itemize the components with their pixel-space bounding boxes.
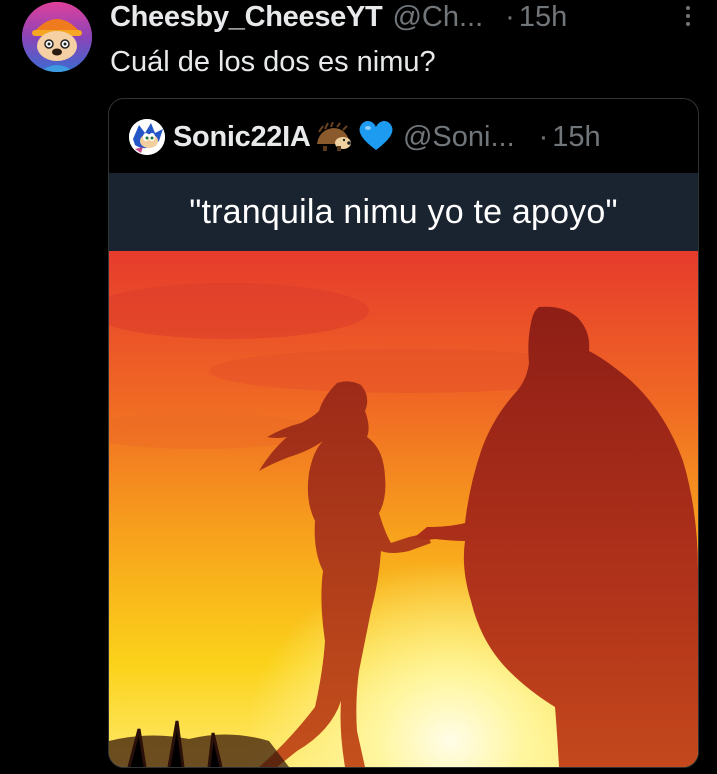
author-name[interactable]: Cheesby_CheeseYT [110,1,383,34]
quoted-author-handle[interactable]: @Soni... [403,121,515,154]
quoted-separator-dot: · [538,120,549,153]
tweet-header: Cheesby_CheeseYT @Ch... · 15h [110,0,697,34]
sunset-silhouettes-image [109,251,698,767]
meme-caption-bar: "tranquila nimu yo te apoyo" [109,173,698,251]
quoted-timestamp[interactable]: 15h [552,121,600,154]
sonic-avatar-icon [129,119,165,155]
blue-heart-icon [359,120,393,150]
quoted-author-emoji [313,118,395,157]
parappa-avatar-icon [22,2,92,72]
tweet-timestamp[interactable]: 15h [519,1,567,34]
meme-caption: "tranquila nimu yo te apoyo" [189,192,618,231]
quoted-tweet[interactable]: Sonic22IA @Soni... · 15h "tranquila nimu… [108,98,699,768]
hedgehog-icon [316,121,351,151]
meme-image[interactable]: "tranquila nimu yo te apoyo" [109,173,698,767]
tweet[interactable]: Cheesby_CheeseYT @Ch... · 15h Cuál de lo… [0,0,717,774]
quoted-author-name[interactable]: Sonic22IA [173,121,311,154]
quoted-author-avatar[interactable] [129,119,165,155]
quoted-tweet-header: Sonic22IA @Soni... · 15h [129,117,601,157]
more-vertical-icon[interactable] [685,6,691,30]
author-avatar[interactable] [22,2,92,72]
tweet-text: Cuál de los dos es nimu? [110,46,436,78]
separator-dot: · [505,0,515,33]
author-handle[interactable]: @Ch... [392,1,483,34]
